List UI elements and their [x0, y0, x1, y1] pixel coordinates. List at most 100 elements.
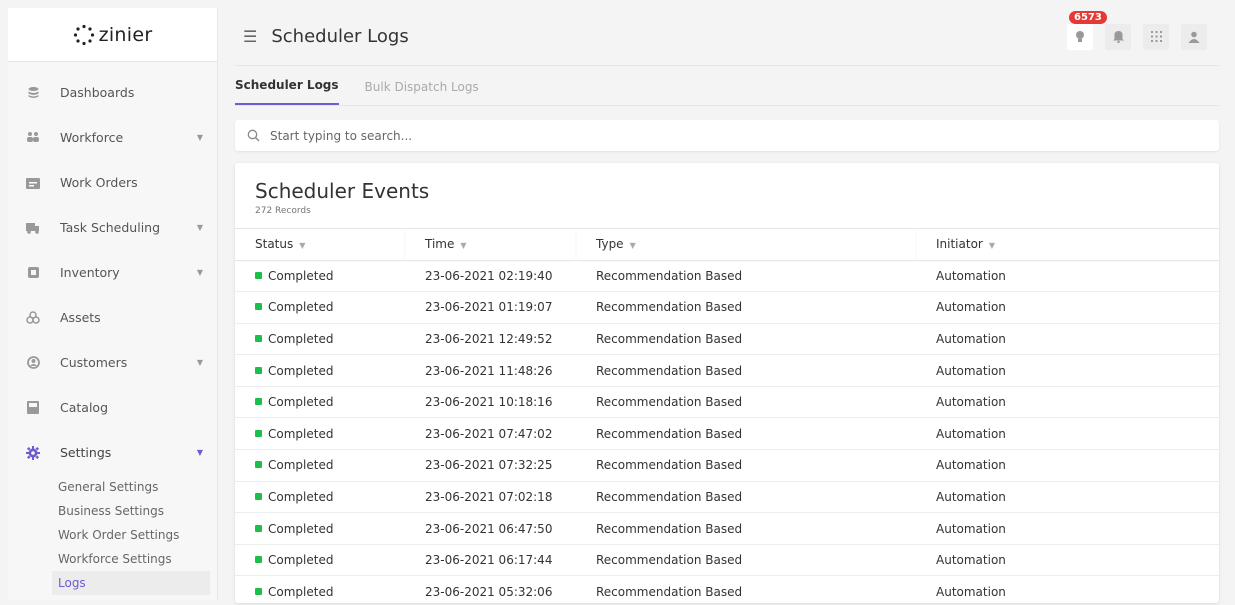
table-row[interactable]: Completed 23-06-2021 02:19:40 Recommendati…	[235, 260, 1219, 293]
cell-text: 23-06-2021 06:47:50	[425, 521, 553, 536]
sidebar-item-label: Task Scheduling	[60, 220, 161, 235]
search-bar	[235, 120, 1219, 151]
table-row[interactable]: Completed 23-06-2021 10:18:16 Recommendati…	[235, 386, 1219, 419]
sidebar-item-inventory[interactable]: Inventory ▼	[8, 250, 217, 295]
cell-text: Automation	[936, 489, 1006, 504]
type-cell: Recommendation Based	[576, 323, 916, 356]
submenu-general-settings[interactable]: General Settings	[52, 475, 217, 499]
notification-count-badge: 6573	[1069, 10, 1107, 24]
time-cell: 23-06-2021 06:47:50	[405, 512, 576, 545]
dashboard-icon	[26, 86, 40, 100]
sort-down-icon[interactable]: ▼	[460, 241, 466, 250]
table-row[interactable]: Completed 23-06-2021 07:02:18 Recommendati…	[235, 481, 1219, 514]
cell-text: Recommendation Based	[596, 584, 743, 599]
alerts-button[interactable]	[1105, 23, 1131, 50]
submenu-work-order-settings[interactable]: Work Order Settings	[52, 523, 217, 547]
cell-text: Recommendation Based	[596, 395, 743, 410]
truck-icon	[26, 221, 40, 235]
cell-text: Completed	[268, 395, 334, 410]
column-header-status[interactable]: Status ▼	[235, 229, 405, 261]
column-header-label: Initiator	[936, 237, 983, 252]
table-header-row: Status ▼ Time ▼ Type ▼ Initiator ▼	[235, 229, 1219, 261]
initiator-cell: Automation	[916, 544, 1219, 577]
sidebar-nav: Dashboards Workforce ▼ Work Orders Task …	[8, 62, 217, 595]
cell-text: Completed	[268, 521, 334, 536]
time-cell: 23-06-2021 07:02:18	[405, 481, 576, 514]
notifications-lightbulb-button[interactable]: 6573	[1067, 10, 1107, 50]
column-header-time[interactable]: Time ▼	[405, 229, 576, 261]
tab-scheduler-logs[interactable]: Scheduler Logs	[235, 78, 339, 105]
cell-text: 23-06-2021 07:47:02	[425, 426, 553, 441]
cell-text: Recommendation Based	[596, 553, 743, 568]
table-row[interactable]: Completed 23-06-2021 06:17:44 Recommendati…	[235, 544, 1219, 577]
apps-grid-button[interactable]	[1143, 23, 1169, 50]
sidebar-item-work-orders[interactable]: Work Orders	[8, 160, 217, 205]
cell-text: Completed	[268, 584, 334, 599]
tab-bar: Scheduler Logs Bulk Dispatch Logs	[235, 66, 1219, 106]
sidebar-item-customers[interactable]: Customers ▼	[8, 340, 217, 385]
settings-submenu: General Settings Business Settings Work …	[8, 475, 217, 595]
hamburger-menu-icon[interactable]: ☰	[243, 27, 257, 46]
cell-text: Completed	[268, 268, 334, 283]
user-profile-button[interactable]	[1181, 23, 1207, 50]
logo[interactable]: zinier	[8, 8, 217, 62]
initiator-cell: Automation	[916, 481, 1219, 514]
chevron-down-icon: ▼	[196, 358, 203, 367]
search-input[interactable]	[270, 128, 1207, 143]
sidebar-item-task-scheduling[interactable]: Task Scheduling ▼	[8, 205, 217, 250]
type-cell: Recommendation Based	[576, 544, 916, 577]
sidebar: zinier Dashboards Workforce ▼ Work Order…	[8, 8, 218, 600]
sidebar-item-catalog[interactable]: Catalog	[8, 385, 217, 430]
status-dot-icon	[255, 556, 262, 564]
sort-down-icon[interactable]: ▼	[630, 241, 636, 250]
type-cell: Recommendation Based	[576, 291, 916, 324]
sidebar-item-assets[interactable]: Assets	[8, 295, 217, 340]
initiator-cell: Automation	[916, 354, 1219, 387]
type-cell: Recommendation Based	[576, 481, 916, 514]
time-cell: 23-06-2021 01:19:07	[405, 291, 576, 324]
status-dot-icon	[255, 524, 262, 532]
type-cell: Recommendation Based	[576, 449, 916, 482]
table-row[interactable]: Completed 23-06-2021 01:19:07 Recommendati…	[235, 291, 1219, 324]
initiator-cell: Automation	[916, 291, 1219, 324]
chevron-down-icon: ▼	[196, 268, 203, 277]
type-cell: Recommendation Based	[576, 575, 916, 603]
sidebar-item-label: Assets	[60, 310, 101, 325]
user-avatar-icon	[1188, 31, 1200, 43]
lightbulb-icon	[1076, 30, 1084, 42]
status-dot-icon	[255, 492, 262, 500]
cell-text: 23-06-2021 02:19:40	[425, 268, 553, 283]
status-dot-icon	[255, 271, 262, 279]
column-header-initiator[interactable]: Initiator ▼	[916, 229, 1219, 261]
folder-icon	[26, 176, 40, 190]
customer-icon	[26, 356, 40, 370]
table-row[interactable]: Completed 23-06-2021 12:49:52 Recommendati…	[235, 323, 1219, 356]
status-dot-icon	[255, 366, 262, 374]
sidebar-item-workforce[interactable]: Workforce ▼	[8, 115, 217, 160]
status-cell: Completed	[235, 323, 405, 356]
sidebar-item-settings[interactable]: Settings ▼	[8, 430, 217, 475]
table-row[interactable]: Completed 23-06-2021 07:47:02 Recommendati…	[235, 417, 1219, 451]
table-row[interactable]: Completed 23-06-2021 05:32:06 Recommendati…	[235, 575, 1219, 603]
sort-down-icon[interactable]: ▼	[989, 241, 995, 250]
column-header-type[interactable]: Type ▼	[576, 229, 916, 261]
chevron-down-icon: ▼	[196, 133, 203, 142]
cell-text: 23-06-2021 07:32:25	[425, 458, 553, 473]
submenu-logs[interactable]: Logs	[52, 571, 210, 595]
sidebar-item-dashboards[interactable]: Dashboards	[8, 70, 217, 115]
table-row[interactable]: Completed 23-06-2021 11:48:26 Recommendati…	[235, 354, 1219, 387]
table-row[interactable]: Completed 23-06-2021 07:32:25 Recommendati…	[235, 449, 1219, 482]
sort-down-icon[interactable]: ▼	[299, 241, 305, 250]
status-dot-icon	[255, 429, 262, 437]
sidebar-item-label: Work Orders	[60, 175, 138, 190]
initiator-cell: Automation	[916, 575, 1219, 603]
tab-bulk-dispatch-logs[interactable]: Bulk Dispatch Logs	[365, 80, 479, 105]
sidebar-item-label: Customers	[60, 355, 128, 370]
submenu-business-settings[interactable]: Business Settings	[52, 499, 217, 523]
sidebar-item-label: Catalog	[60, 400, 109, 415]
page-title: Scheduler Logs	[271, 26, 409, 47]
table-row[interactable]: Completed 23-06-2021 06:47:50 Recommendati…	[235, 512, 1219, 545]
status-cell: Completed	[235, 260, 405, 293]
cell-text: 23-06-2021 06:17:44	[425, 553, 553, 568]
submenu-workforce-settings[interactable]: Workforce Settings	[52, 547, 217, 571]
